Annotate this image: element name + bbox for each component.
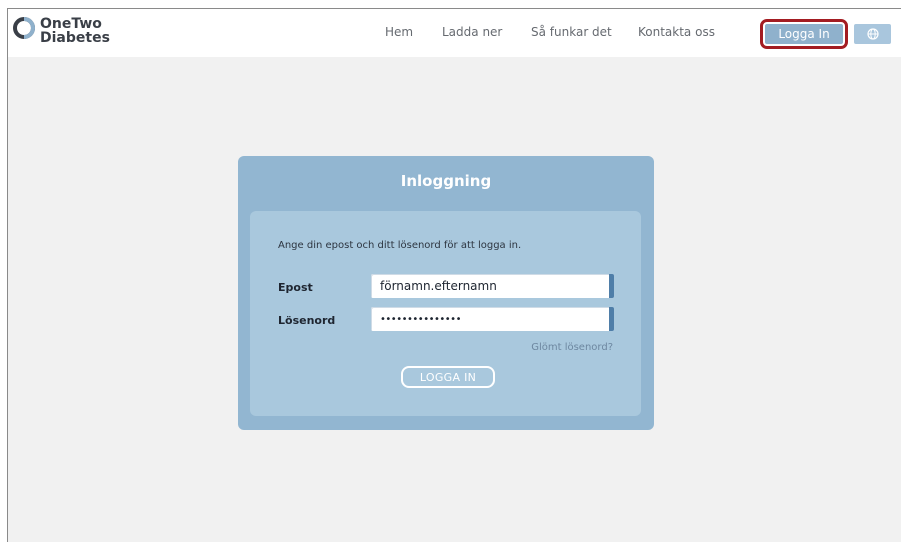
login-card: Inloggning Ange din epost och ditt lösen… [238,156,654,430]
password-label: Lösenord [278,314,336,327]
site-header: OneTwo Diabetes Hem Ladda ner Så funkar … [8,9,901,57]
submit-login-button[interactable]: LOGGA IN [401,366,495,388]
nav-item-kontakta-oss[interactable]: Kontakta oss [638,25,715,39]
header-login-button[interactable]: Logga In [760,19,848,49]
logo-line-2: Diabetes [40,30,110,46]
logo-text: OneTwo Diabetes [40,17,110,45]
nav-item-hem[interactable]: Hem [385,25,413,39]
language-button[interactable] [854,24,891,44]
logo-icon [13,17,35,39]
password-field[interactable]: ••••••••••••••• [371,307,614,331]
forgot-password-link[interactable]: Glömt lösenord? [531,342,613,353]
login-form: Ange din epost och ditt lösenord för att… [250,211,641,416]
nav-item-sa-funkar-det[interactable]: Så funkar det [531,25,612,39]
email-label: Epost [278,281,313,294]
browser-viewport: OneTwo Diabetes Hem Ladda ner Så funkar … [7,8,901,542]
logo-line-1: OneTwo [40,16,102,32]
login-instructions: Ange din epost och ditt lösenord för att… [278,240,522,251]
email-field[interactable]: förnamn.efternamn [371,274,614,298]
login-title: Inloggning [400,172,492,190]
logo[interactable]: OneTwo Diabetes [13,14,123,50]
nav-item-ladda-ner[interactable]: Ladda ner [442,25,502,39]
globe-icon [866,28,879,40]
